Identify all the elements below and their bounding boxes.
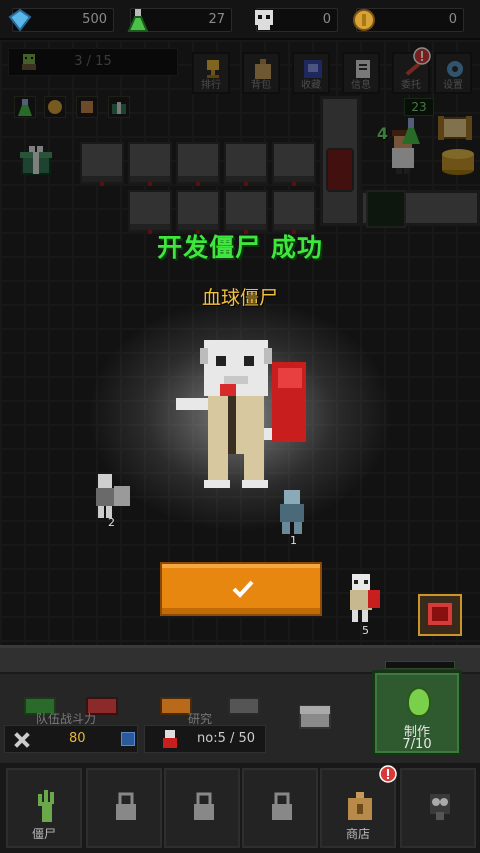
- diamond-icon: [7, 7, 33, 33]
- confirm-button[interactable]: [160, 562, 322, 616]
- gems-value: 500: [82, 12, 107, 27]
- stage-zombie-middle: 1: [270, 488, 316, 547]
- coin-icon: [351, 7, 377, 33]
- tab-locked-1[interactable]: [86, 768, 162, 848]
- skulls-value: 0: [322, 12, 331, 27]
- money-bag-icon: [346, 790, 374, 822]
- research-value: no:5 / 50: [197, 731, 256, 746]
- shop-alert-badge-icon: [378, 764, 398, 784]
- skulls-counter: 0: [255, 8, 338, 32]
- tab-zombie[interactable]: 僵尸: [6, 768, 82, 848]
- slot-gray: [228, 697, 260, 715]
- coins-value: 0: [448, 12, 457, 27]
- zombie-egg-icon: [407, 687, 431, 717]
- chest-icon[interactable]: [298, 698, 332, 732]
- tab-locked-3[interactable]: [242, 768, 318, 848]
- lock-icon: [268, 790, 296, 822]
- red-box-icon[interactable]: [418, 594, 462, 636]
- produce-button[interactable]: 制作 7/10: [372, 661, 462, 756]
- zombie-hand-icon: [32, 790, 60, 822]
- blood-ball-zombie-sprite: [168, 332, 328, 492]
- research-zombie-icon: [159, 728, 181, 754]
- popup-title: 开发僵尸 成功: [157, 233, 323, 262]
- crossed-swords-icon: [11, 729, 33, 755]
- coins-counter: 0: [353, 8, 464, 32]
- zombie-level: 1: [290, 534, 297, 547]
- stage-zombie-right: 5: [340, 572, 386, 637]
- checkmark-icon: [230, 576, 256, 602]
- team-power-box: 80: [4, 725, 138, 753]
- info-badge-icon[interactable]: [121, 732, 135, 746]
- team-power-value: 80: [69, 731, 86, 746]
- potion-counter: 27: [127, 8, 232, 32]
- gas-mask-icon: [426, 790, 454, 822]
- zombie-name: 血球僵尸: [201, 287, 278, 309]
- skull-icon: [251, 7, 277, 33]
- lock-icon: [112, 790, 140, 822]
- tab-zombie-label: 僵尸: [31, 827, 56, 841]
- potion-value: 27: [208, 12, 225, 27]
- lock-icon: [190, 790, 218, 822]
- zombie-level: 5: [362, 624, 369, 637]
- tab-shop-label: 商店: [345, 827, 370, 841]
- stage-zombie-left: 2: [86, 472, 136, 530]
- zombie-level: 2: [108, 516, 115, 529]
- produce-progress: [385, 661, 455, 669]
- gems-counter: 500: [8, 8, 114, 32]
- tab-locked-2[interactable]: [164, 768, 240, 848]
- research-box: no:5 / 50: [144, 725, 266, 753]
- tab-boss[interactable]: [400, 768, 476, 848]
- produce-count: 7/10: [402, 737, 432, 752]
- potion-icon: [125, 7, 151, 33]
